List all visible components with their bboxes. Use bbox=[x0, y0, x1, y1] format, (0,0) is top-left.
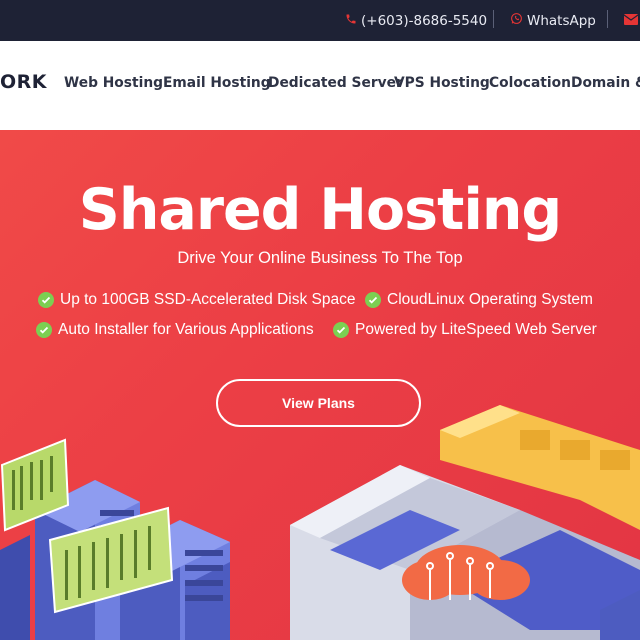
phone-number: (+603)-8686-5540 bbox=[361, 12, 488, 29]
nav-dedicated-server[interactable]: Dedicated Server bbox=[268, 75, 403, 91]
whatsapp-link[interactable]: WhatsApp bbox=[510, 0, 596, 41]
feature-item: Auto Installer for Various Applications bbox=[36, 321, 314, 339]
feature-text: CloudLinux Operating System bbox=[387, 291, 593, 308]
divider bbox=[607, 10, 608, 28]
email-link[interactable] bbox=[623, 0, 639, 41]
nav-colocation[interactable]: Colocation bbox=[489, 75, 571, 91]
divider bbox=[493, 10, 494, 28]
nav-email-hosting[interactable]: Email Hosting bbox=[163, 75, 271, 91]
phone-link[interactable]: (+603)-8686-5540 bbox=[345, 0, 487, 41]
nav-web-hosting[interactable]: Web Hosting bbox=[64, 75, 163, 91]
feature-text: Powered by LiteSpeed Web Server bbox=[355, 321, 597, 338]
hero-subtitle: Drive Your Online Business To The Top bbox=[177, 249, 463, 267]
data-center-illustration-icon bbox=[290, 405, 640, 640]
mail-icon bbox=[623, 13, 639, 29]
feature-item: CloudLinux Operating System bbox=[365, 291, 593, 309]
view-plans-button[interactable]: View Plans bbox=[216, 379, 421, 427]
check-icon bbox=[36, 322, 52, 338]
phone-icon bbox=[345, 13, 357, 29]
check-icon bbox=[365, 292, 381, 308]
feature-item: Up to 100GB SSD-Accelerated Disk Space bbox=[38, 291, 356, 309]
site-logo[interactable]: ORK bbox=[0, 71, 47, 93]
hero-title: Shared Hosting bbox=[78, 177, 562, 243]
check-icon bbox=[38, 292, 54, 308]
feature-text: Auto Installer for Various Applications bbox=[58, 321, 314, 338]
feature-item: Powered by LiteSpeed Web Server bbox=[333, 321, 597, 339]
hero-banner: Shared Hosting Drive Your Online Busines… bbox=[0, 130, 640, 640]
whatsapp-label: WhatsApp bbox=[527, 12, 596, 29]
feature-text: Up to 100GB SSD-Accelerated Disk Space bbox=[60, 291, 356, 308]
whatsapp-icon bbox=[510, 12, 523, 29]
nav-vps-hosting[interactable]: VPS Hosting bbox=[394, 75, 490, 91]
top-bar: (+603)-8686-5540 WhatsApp bbox=[0, 0, 640, 41]
check-icon bbox=[333, 322, 349, 338]
server-rack-left-icon bbox=[0, 438, 230, 640]
nav-domain[interactable]: Domain & bbox=[571, 75, 640, 91]
